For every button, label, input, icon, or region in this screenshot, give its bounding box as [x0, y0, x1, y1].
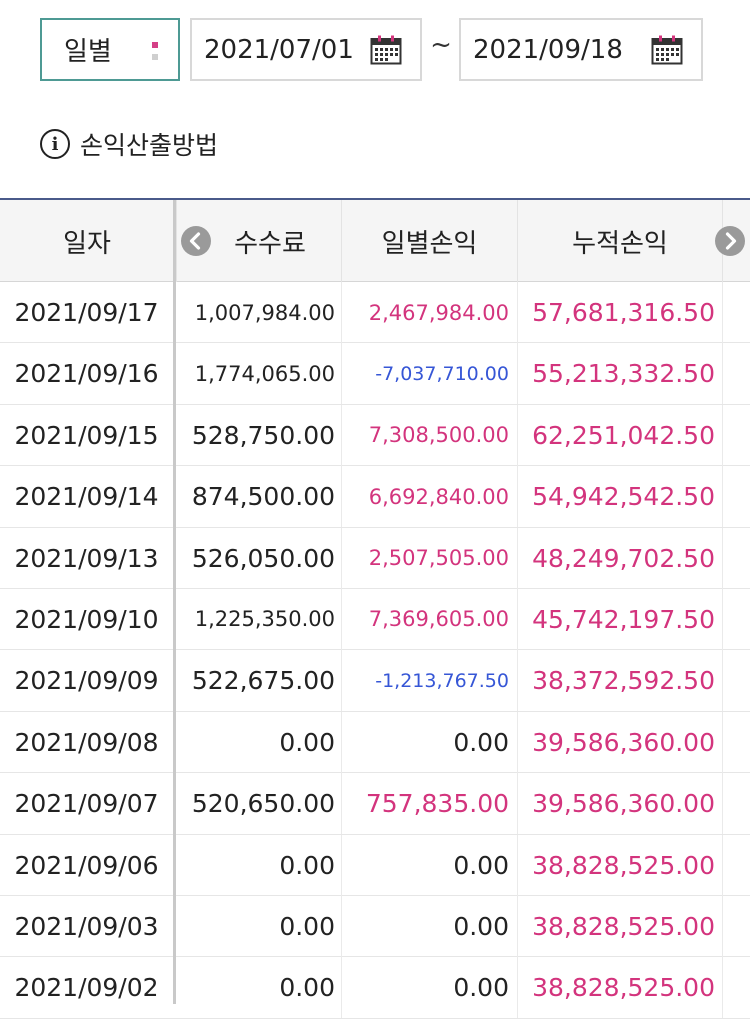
- cell-date: 2021/09/17: [14, 298, 159, 327]
- cell-daily-pnl: 757,835.00: [341, 773, 509, 835]
- table-row[interactable]: 2021/09/10 1,225,350.00 7,369,605.00 45,742…: [0, 588, 750, 651]
- cell-extra: [722, 895, 750, 957]
- cell-cumulative-pnl: 45,742,197.50: [517, 588, 715, 650]
- cell-daily-pnl: 2,507,505.00: [341, 527, 509, 589]
- cell-extra: [722, 588, 750, 650]
- cell-extra: [722, 773, 750, 835]
- cell-fee: 1,225,350.00: [194, 607, 335, 632]
- cell-date: 2021/09/06: [14, 850, 159, 880]
- filter-bar: 일별 2021/07/01 ~ 2021/09/18: [0, 0, 750, 100]
- cell-cumulative-pnl: 38,828,525.00: [517, 834, 715, 896]
- cell-date: 2021/09/08: [14, 727, 159, 757]
- table-body: 2021/09/17 1,007,984.00 2,467,984.00 57,681…: [0, 282, 750, 1019]
- cell-date: 2021/09/03: [14, 911, 159, 941]
- cell-cumulative-pnl: 62,251,042.50: [517, 404, 715, 466]
- cell-fee: 528,750.00: [191, 420, 335, 450]
- cell-extra: [722, 527, 750, 589]
- cell-daily-pnl: 7,369,605.00: [341, 588, 509, 650]
- column-header-date: 일자: [63, 228, 111, 259]
- cell-daily-pnl: -7,037,710.00: [341, 343, 509, 405]
- period-select[interactable]: 일별: [40, 18, 180, 81]
- table-row[interactable]: 2021/09/13 526,050.00 2,507,505.00 48,249,7…: [0, 527, 750, 589]
- cell-extra: [722, 957, 750, 1019]
- period-select-value: 일별: [64, 37, 112, 67]
- cell-date: 2021/09/13: [14, 543, 159, 573]
- cell-fee: 0.00: [279, 973, 335, 1003]
- select-dots-icon: [152, 42, 158, 62]
- cell-extra: [722, 343, 750, 405]
- cell-cumulative-pnl: 38,828,525.00: [517, 957, 715, 1019]
- table-row[interactable]: 2021/09/03 0.00 0.00 38,828,525.00: [0, 895, 750, 958]
- cell-daily-pnl: 6,692,840.00: [341, 466, 509, 528]
- start-date-value: 2021/07/01: [204, 34, 354, 65]
- table-row[interactable]: 2021/09/02 0.00 0.00 38,828,525.00: [0, 957, 750, 1019]
- date-range-separator: ~: [430, 30, 452, 60]
- table-row[interactable]: 2021/09/16 1,774,065.00 -7,037,710.00 55,21…: [0, 343, 750, 405]
- cell-fee: 1,774,065.00: [194, 361, 335, 386]
- cell-date: 2021/09/15: [14, 420, 159, 450]
- calendar-icon[interactable]: [370, 35, 402, 65]
- table-row[interactable]: 2021/09/15 528,750.00 7,308,500.00 62,251,0…: [0, 404, 750, 467]
- cell-fee: 0.00: [279, 911, 335, 941]
- table-row[interactable]: 2021/09/07 520,650.00 757,835.00 39,586,360…: [0, 773, 750, 835]
- cell-daily-pnl: 0.00: [341, 957, 509, 1019]
- cell-fee: 520,650.00: [191, 789, 335, 819]
- cell-fee: 526,050.00: [191, 543, 335, 573]
- cell-extra: [722, 711, 750, 773]
- cell-extra: [722, 404, 750, 466]
- cell-cumulative-pnl: 39,586,360.00: [517, 773, 715, 835]
- cell-fee: 522,675.00: [191, 666, 335, 696]
- cell-date: 2021/09/09: [14, 666, 159, 696]
- cell-cumulative-pnl: 39,586,360.00: [517, 711, 715, 773]
- cell-fee: 0.00: [279, 727, 335, 757]
- cell-cumulative-pnl: 55,213,332.50: [517, 343, 715, 405]
- scroll-left-icon[interactable]: [181, 226, 211, 256]
- pnl-method-link[interactable]: i 손익산출방법: [40, 126, 218, 162]
- cell-daily-pnl: 0.00: [341, 834, 509, 896]
- calendar-icon[interactable]: [651, 35, 683, 65]
- cell-extra: [722, 650, 750, 712]
- cell-cumulative-pnl: 48,249,702.50: [517, 527, 715, 589]
- cell-date: 2021/09/16: [14, 359, 159, 389]
- cell-daily-pnl: -1,213,767.50: [341, 650, 509, 712]
- table-header: 일자 수수료 일별손익 누적손익: [0, 200, 750, 282]
- cell-cumulative-pnl: 57,681,316.50: [517, 282, 715, 343]
- cell-fee: 1,007,984.00: [194, 300, 335, 325]
- cell-date: 2021/09/10: [14, 604, 159, 634]
- frozen-column-divider: [173, 200, 176, 1004]
- cell-daily-pnl: 2,467,984.00: [341, 282, 509, 343]
- cell-cumulative-pnl: 38,828,525.00: [517, 895, 715, 957]
- column-header-cumulative-pnl: 누적손익: [517, 200, 722, 282]
- cell-fee: 0.00: [279, 850, 335, 880]
- cell-date: 2021/09/07: [14, 789, 159, 819]
- column-header-daily-pnl: 일별손익: [341, 200, 517, 282]
- cell-daily-pnl: 0.00: [341, 711, 509, 773]
- cell-extra: [722, 834, 750, 896]
- column-header-fee-label: 수수료: [234, 228, 306, 259]
- end-date-field[interactable]: 2021/09/18: [459, 18, 703, 81]
- cell-daily-pnl: 0.00: [341, 895, 509, 957]
- info-icon: i: [40, 129, 70, 159]
- pnl-table: 일자 수수료 일별손익 누적손익 2021/09/17 1,007,984.00 2…: [0, 198, 750, 1019]
- table-row[interactable]: 2021/09/06 0.00 0.00 38,828,525.00: [0, 834, 750, 896]
- pnl-method-label: 손익산출방법: [80, 131, 219, 160]
- table-row[interactable]: 2021/09/17 1,007,984.00 2,467,984.00 57,681…: [0, 282, 750, 344]
- scroll-right-icon[interactable]: [715, 226, 745, 256]
- table-row[interactable]: 2021/09/08 0.00 0.00 39,586,360.00: [0, 711, 750, 774]
- cell-date: 2021/09/14: [14, 482, 159, 512]
- cell-cumulative-pnl: 54,942,542.50: [517, 466, 715, 528]
- cell-cumulative-pnl: 38,372,592.50: [517, 650, 715, 712]
- cell-date: 2021/09/02: [14, 973, 159, 1003]
- cell-fee: 874,500.00: [191, 482, 335, 512]
- end-date-value: 2021/09/18: [473, 34, 623, 65]
- start-date-field[interactable]: 2021/07/01: [190, 18, 422, 81]
- cell-daily-pnl: 7,308,500.00: [341, 404, 509, 466]
- cell-extra: [722, 282, 750, 343]
- table-row[interactable]: 2021/09/09 522,675.00 -1,213,767.50 38,372,…: [0, 650, 750, 712]
- cell-extra: [722, 466, 750, 528]
- table-row[interactable]: 2021/09/14 874,500.00 6,692,840.00 54,942,5…: [0, 466, 750, 528]
